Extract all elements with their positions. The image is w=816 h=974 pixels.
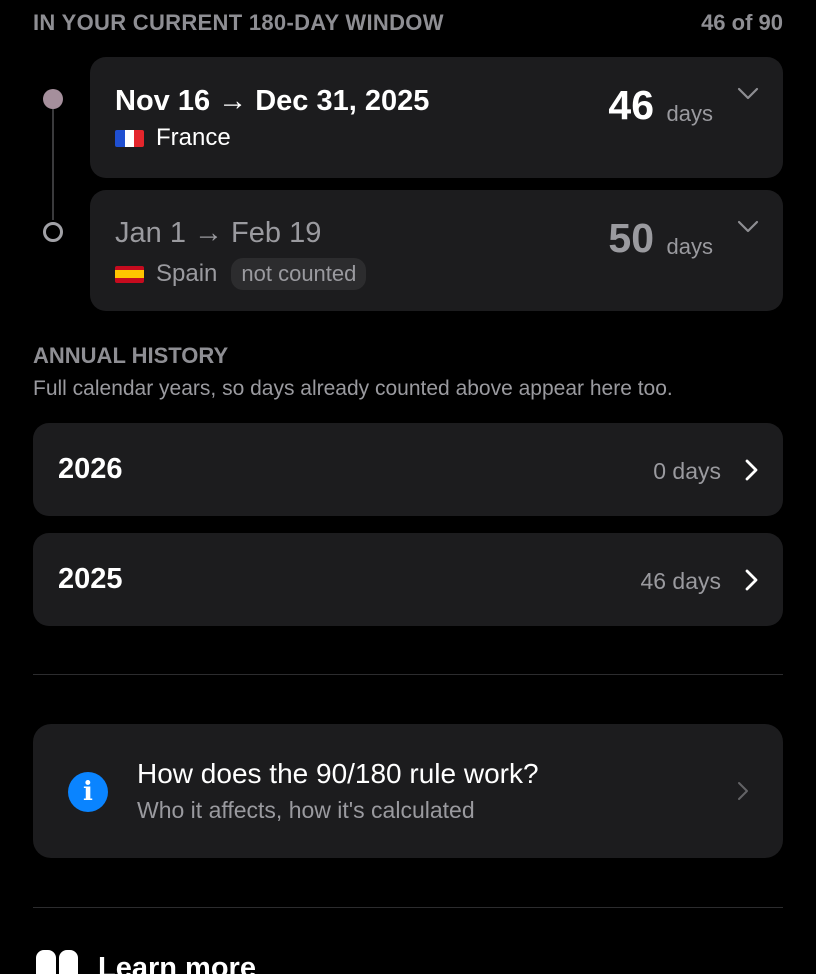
trip-card-spain[interactable]: Jan 1 → Feb 19 Spain not counted 50 days — [90, 190, 783, 311]
learn-more-header: Learn more — [36, 950, 256, 974]
trip-dates: Nov 16 → Dec 31, 2025 — [115, 85, 430, 117]
learn-more-label: Learn more — [98, 951, 256, 974]
trip-days-unit: days — [666, 234, 713, 259]
trip-country: Spain not counted — [115, 258, 367, 290]
year-row-2026[interactable]: 2026 0 days — [33, 423, 783, 516]
rule-info-card[interactable]: i How does the 90/180 rule work? Who it … — [33, 724, 783, 858]
trip-country-label: France — [156, 124, 231, 151]
timeline-dot-inactive — [43, 222, 63, 242]
trip-days-unit: days — [666, 101, 713, 126]
chevron-right-icon — [745, 459, 758, 481]
info-icon: i — [68, 772, 108, 812]
chevron-right-icon — [745, 569, 758, 591]
trip-country: France — [115, 124, 231, 152]
info-card-title: How does the 90/180 rule work? — [137, 758, 539, 789]
trip-days-number: 50 — [608, 215, 654, 261]
timeline-dot-active — [43, 89, 63, 109]
info-card-subtitle: Who it affects, how it's calculated — [137, 797, 475, 823]
divider — [33, 674, 783, 675]
spain-flag-icon — [115, 265, 144, 283]
chevron-down-icon[interactable] — [737, 87, 759, 101]
trip-country-label: Spain — [156, 260, 218, 287]
year-days: 46 days — [640, 568, 721, 594]
trip-card-france[interactable]: Nov 16 → Dec 31, 2025 France 46 days — [90, 57, 783, 178]
trip-dates: Jan 1 → Feb 19 — [115, 217, 322, 249]
divider — [33, 907, 783, 908]
year-label: 2026 — [58, 453, 123, 485]
timeline-line — [52, 108, 54, 220]
year-label: 2025 — [58, 563, 123, 595]
annual-history-subtitle: Full calendar years, so days already cou… — [33, 377, 673, 400]
chevron-right-icon — [738, 782, 748, 800]
window-section-header: IN YOUR CURRENT 180-DAY WINDOW 46 of 90 — [33, 9, 783, 37]
france-flag-icon — [115, 129, 144, 147]
not-counted-badge: not counted — [231, 258, 367, 290]
trip-days-number: 46 — [608, 82, 654, 128]
book-icon — [36, 950, 78, 974]
annual-history-title: ANNUAL HISTORY — [33, 343, 229, 368]
chevron-down-icon[interactable] — [737, 220, 759, 234]
year-row-2025[interactable]: 2025 46 days — [33, 533, 783, 626]
year-days: 0 days — [653, 458, 721, 484]
window-section-title: IN YOUR CURRENT 180-DAY WINDOW — [33, 10, 444, 35]
window-day-count: 46 of 90 — [701, 10, 783, 35]
